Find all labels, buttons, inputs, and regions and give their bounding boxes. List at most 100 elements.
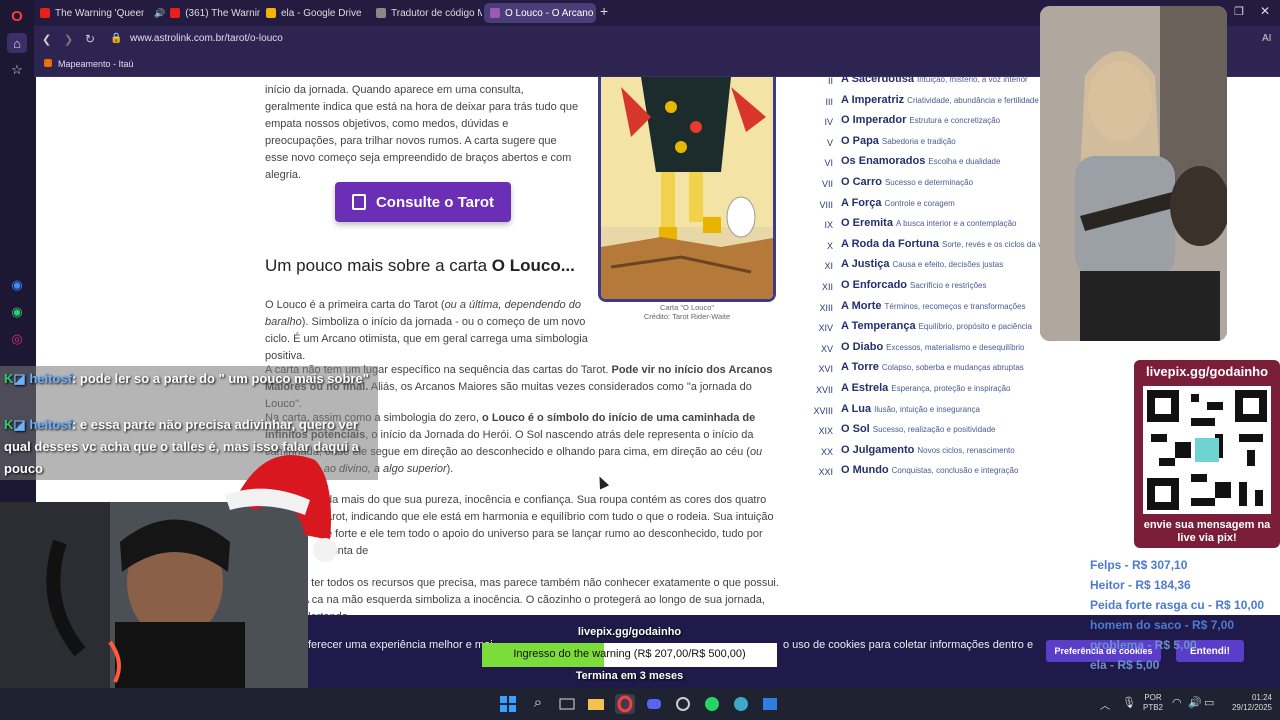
instagram-icon[interactable]: ◎: [7, 329, 27, 349]
opera-taskbar-icon[interactable]: [615, 694, 635, 714]
search-icon[interactable]: ⌕: [528, 694, 548, 714]
browser-globe-icon[interactable]: [731, 694, 751, 714]
file-explorer-icon[interactable]: [586, 694, 606, 714]
music-video-overlay: [1040, 6, 1227, 341]
arcana-list-item[interactable]: XXI O Mundo Conquistas, conclusão e integr…: [806, 464, 1076, 485]
arcana-link[interactable]: A Sacerdotisa Intuição, mistério, a voz i…: [841, 77, 1028, 85]
wifi-icon[interactable]: ◠: [1172, 696, 1182, 709]
new-tab-icon[interactable]: +: [600, 3, 608, 19]
goal-url: livepix.gg/godainho: [577, 626, 682, 638]
microphone-icon[interactable]: 🎙: [1122, 696, 1136, 709]
ai-button[interactable]: AI: [1262, 33, 1271, 44]
arcana-link[interactable]: A Roda da Fortuna Sorte, revés e os ciclo…: [841, 238, 1053, 250]
arcana-link[interactable]: A Força Controle e coragem: [841, 197, 955, 209]
arcana-list-item[interactable]: XVII A Estrela Esperança, proteção e inspi…: [806, 382, 1076, 403]
arcana-link[interactable]: O Eremita A busca interior e a contemplaç…: [841, 217, 1016, 229]
forward-icon[interactable]: ❯: [64, 33, 73, 46]
arcana-list-item[interactable]: IV O Imperador Estrutura e concretização: [806, 114, 1076, 135]
arcana-link[interactable]: A Morte Términos, recomeços e transformaç…: [841, 300, 1025, 312]
arcana-number: XIV: [818, 323, 833, 334]
app-window-icon[interactable]: [760, 694, 780, 714]
input-language[interactable]: POR PTB2: [1143, 693, 1163, 713]
arcana-link[interactable]: A Justiça Causa e efeito, decisões justas: [841, 258, 1003, 270]
tab-google-drive[interactable]: ela - Google Drive: [260, 3, 370, 23]
task-view-icon[interactable]: [557, 694, 577, 714]
arcana-list-item[interactable]: VIII A Força Controle e coragem: [806, 197, 1076, 218]
opera-logo-icon[interactable]: O: [7, 6, 27, 26]
arcana-list-item[interactable]: XV O Diabo Excessos, materialismo e desequ…: [806, 341, 1076, 362]
arcana-list-item[interactable]: XIII A Morte Términos, recomeços e transfo…: [806, 300, 1076, 321]
chat-text: : pode ler so a parte do " um pouco mais…: [71, 371, 369, 386]
tab-youtube-1[interactable]: The Warning 'Queen of th: [34, 3, 144, 23]
tab-label: O Louco - O Arcano Maior: [505, 7, 596, 19]
arcana-link[interactable]: A Torre Colapso, soberba e mudanças abrup…: [841, 361, 1024, 373]
home-icon[interactable]: ⌂: [7, 33, 27, 53]
arcana-link[interactable]: O Carro Sucesso e determinação: [841, 176, 973, 188]
discord-icon[interactable]: [644, 694, 664, 714]
arcana-number: VIII: [819, 199, 833, 210]
arcana-list-item[interactable]: XI A Justiça Causa e efeito, decisões just…: [806, 258, 1076, 279]
tab-morse[interactable]: Tradutor de código Morse: [370, 3, 482, 23]
arcana-list-item[interactable]: XII O Enforcado Sacrifício e restrições: [806, 279, 1076, 300]
chat-username: heitosf: [29, 371, 72, 386]
arcana-link[interactable]: A Temperança Equilíbrio, propósito e paci…: [841, 320, 1032, 332]
tab-label: (361) The Warning | D: [185, 7, 260, 19]
clock[interactable]: 01:24 29/12/2025: [1222, 693, 1272, 713]
donation-item: Peida forte rasga cu - R$ 10,00: [1090, 598, 1265, 612]
windows-start-icon[interactable]: [498, 694, 518, 714]
whatsapp-taskbar-icon[interactable]: [702, 694, 722, 714]
arcana-description: Ilusão, intuição e insegurança: [874, 404, 981, 414]
pix-qr-code: [1143, 386, 1271, 514]
arcana-link[interactable]: O Sol Sucesso, realização e positividade: [841, 423, 995, 435]
arcana-list-item[interactable]: X A Roda da Fortuna Sorte, revés e os cicl…: [806, 238, 1076, 259]
arcana-list-item[interactable]: XIV A Temperança Equilíbrio, propósito e p…: [806, 320, 1076, 341]
arcana-list-item[interactable]: II A Sacerdotisa Intuição, mistério, a voz…: [806, 77, 1076, 94]
arcana-list-item[interactable]: XIX O Sol Sucesso, realização e positivida…: [806, 423, 1076, 444]
arcana-list-item[interactable]: VII O Carro Sucesso e determinação: [806, 176, 1076, 197]
lock-icon: 🔒: [110, 33, 123, 44]
arcana-link[interactable]: O Diabo Excessos, materialismo e desequil…: [841, 341, 1024, 353]
arcana-link[interactable]: O Papa Sabedoria e tradição: [841, 135, 956, 147]
arcana-link[interactable]: A Estrela Esperança, proteção e inspiraçã…: [841, 382, 1010, 394]
arcana-list-item[interactable]: III A Imperatriz Criatividade, abundância …: [806, 94, 1076, 115]
donation-item: problema - R$ 5,00: [1090, 638, 1197, 652]
arcana-list-item[interactable]: V O Papa Sabedoria e tradição: [806, 135, 1076, 156]
arcana-description: Causa e efeito, decisões justas: [892, 260, 1004, 270]
kick-icon: K: [4, 371, 14, 386]
tray-chevron-icon[interactable]: ︿: [1100, 697, 1110, 712]
arcana-description: Sabedoria e tradição: [881, 136, 956, 146]
arcana-link[interactable]: O Mundo Conquistas, conclusão e integraçã…: [841, 464, 1018, 476]
bookmark-itau[interactable]: Mapeamento - Itaú: [58, 59, 134, 69]
arcana-list-item[interactable]: XVIII A Lua Ilusão, intuição e insegurança: [806, 403, 1076, 424]
arcana-list-item[interactable]: XVI A Torre Colapso, soberba e mudanças ab…: [806, 361, 1076, 382]
messenger-icon[interactable]: ◉: [7, 275, 27, 295]
url-field[interactable]: www.astrolink.com.br/tarot/o-louco: [130, 33, 283, 44]
reload-icon[interactable]: ↻: [85, 32, 95, 46]
arcana-link[interactable]: A Lua Ilusão, intuição e insegurança: [841, 403, 980, 415]
window-close-icon[interactable]: ✕: [1260, 4, 1270, 18]
arcana-link[interactable]: Os Enamorados Escolha e dualidade: [841, 155, 1000, 167]
tab-youtube-2[interactable]: 🔊 (361) The Warning | D: [148, 3, 260, 23]
star-icon[interactable]: ☆: [7, 60, 27, 80]
chat-username: heitosf: [29, 417, 72, 432]
volume-icon[interactable]: 🔊: [1188, 696, 1202, 709]
back-icon[interactable]: ❮: [42, 33, 51, 46]
arcana-link[interactable]: O Julgamento Novos ciclos, renascimento: [841, 444, 1015, 456]
arcana-description: Equilíbrio, propósito e paciência: [918, 322, 1032, 332]
arcana-link[interactable]: A Imperatriz Criatividade, abundância e f…: [841, 94, 1039, 106]
consulte-tarot-button[interactable]: Consulte o Tarot: [335, 182, 511, 222]
arcana-link[interactable]: O Enforcado Sacrifício e restrições: [841, 279, 986, 291]
settings-gear-icon[interactable]: [673, 694, 693, 714]
window-restore-icon[interactable]: ❐: [1234, 5, 1244, 18]
arcana-list-item[interactable]: IX O Eremita A busca interior e a contempl…: [806, 217, 1076, 238]
battery-icon[interactable]: ▭: [1204, 696, 1214, 709]
arcana-number: V: [826, 137, 833, 148]
arcana-description: Sucesso, realização e positividade: [872, 425, 996, 435]
whatsapp-icon[interactable]: ◉: [7, 302, 27, 322]
intro-paragraph: início da jornada. Quando aparece em uma…: [265, 84, 579, 181]
arcana-link[interactable]: O Imperador Estrutura e concretização: [841, 114, 1000, 126]
arcana-list-item[interactable]: XX O Julgamento Novos ciclos, renascimento: [806, 444, 1076, 465]
arcana-list-item[interactable]: VI Os Enamorados Escolha e dualidade: [806, 155, 1076, 176]
tab-o-louco[interactable]: O Louco - O Arcano Maior: [484, 3, 596, 23]
arcana-number: XVIII: [813, 405, 833, 416]
